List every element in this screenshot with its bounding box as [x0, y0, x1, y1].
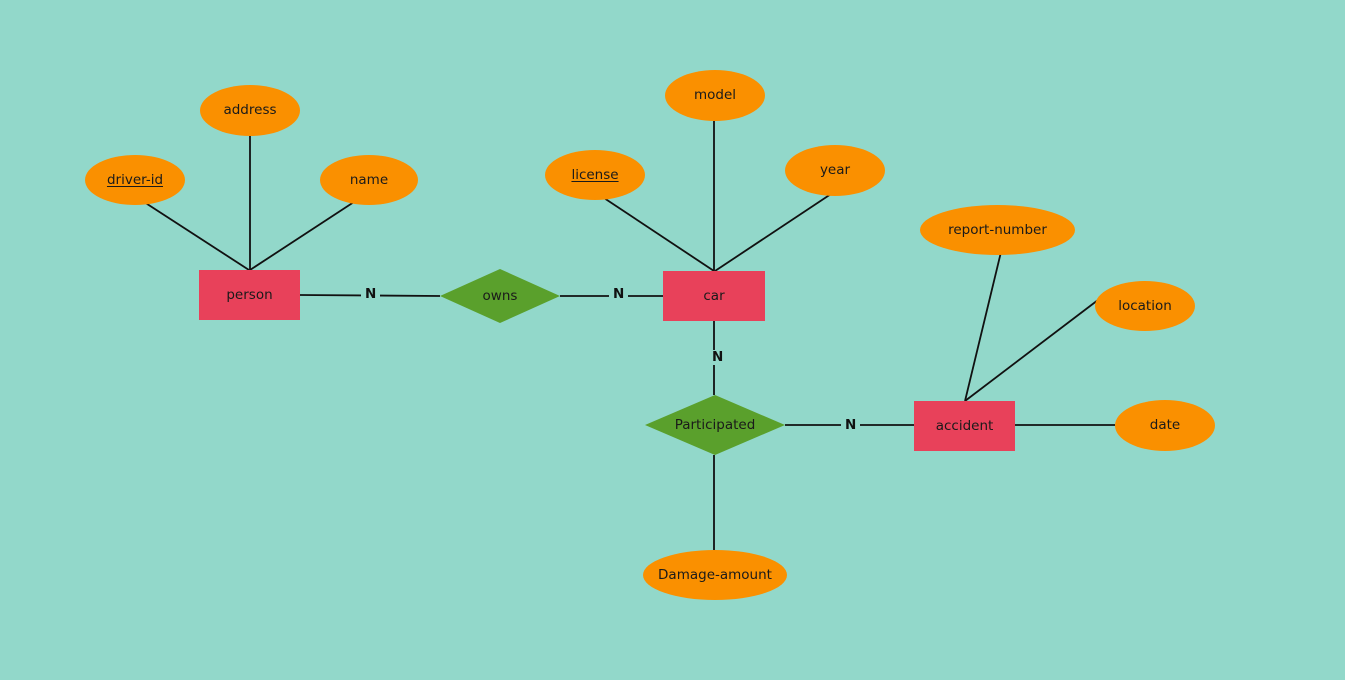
attribute-label-report-number: report-number [948, 221, 1047, 238]
entity-person[interactable]: person [199, 270, 300, 320]
edge-license-car [600, 195, 715, 272]
attribute-label-address: address [223, 102, 277, 119]
er-diagram-canvas: address driver-id name license model year repo… [0, 0, 1345, 680]
edge-driver-id-person [140, 199, 250, 271]
attribute-model[interactable]: model [665, 70, 765, 121]
relationship-label-owns: owns [482, 287, 518, 304]
entity-label-person: person [226, 286, 273, 303]
relationship-participated[interactable]: Participated [645, 395, 785, 455]
cardinality-car-participated: N [708, 350, 728, 365]
attribute-damage-amount[interactable]: Damage-amount [643, 550, 787, 600]
attribute-label-name: name [349, 171, 389, 188]
entity-label-car: car [703, 287, 725, 304]
entity-car[interactable]: car [663, 271, 765, 321]
attribute-label-year: year [819, 162, 851, 179]
attribute-label-damage-amount: Damage-amount [658, 566, 772, 583]
relationship-owns[interactable]: owns [440, 269, 560, 323]
attribute-label-driver-id: driver-id [106, 171, 164, 188]
entity-label-accident: accident [935, 417, 994, 434]
attribute-label-location: location [1118, 297, 1172, 314]
relationship-label-participated: Participated [674, 416, 756, 433]
attribute-year[interactable]: year [785, 145, 885, 196]
attribute-driver-id[interactable]: driver-id [85, 155, 185, 205]
attribute-label-date: date [1149, 417, 1181, 434]
cardinality-owns-car: N [609, 287, 629, 302]
edge-year-car [714, 191, 835, 272]
cardinality-person-owns: N [361, 287, 381, 302]
attribute-address[interactable]: address [200, 85, 300, 136]
cardinality-participated-accident: N [841, 418, 861, 433]
entity-accident[interactable]: accident [914, 401, 1015, 451]
edge-name-person [249, 199, 358, 271]
attribute-name[interactable]: name [320, 155, 418, 205]
attribute-date[interactable]: date [1115, 400, 1215, 451]
attribute-label-model: model [693, 87, 737, 104]
attribute-license[interactable]: license [545, 150, 645, 200]
attribute-report-number[interactable]: report-number [920, 205, 1075, 255]
attribute-location[interactable]: location [1095, 281, 1195, 331]
attribute-label-license: license [571, 166, 619, 183]
